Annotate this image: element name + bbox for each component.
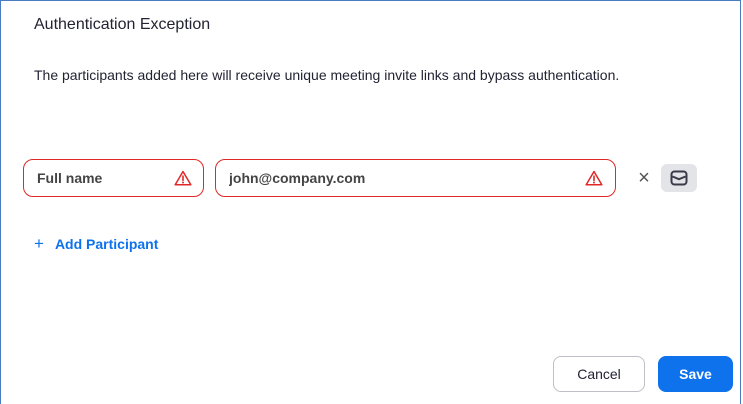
dialog-description: The participants added here will receive… bbox=[34, 67, 620, 83]
add-participant-label: Add Participant bbox=[54, 236, 159, 252]
email-input[interactable] bbox=[229, 160, 569, 196]
full-name-input[interactable] bbox=[37, 160, 167, 196]
plus-icon: + bbox=[34, 234, 44, 253]
authentication-exception-dialog: Authentication Exception The participant… bbox=[0, 0, 741, 404]
save-button[interactable]: Save bbox=[658, 356, 733, 392]
envelope-icon bbox=[670, 170, 688, 186]
remove-participant-button[interactable]: × bbox=[634, 167, 654, 189]
warning-icon bbox=[585, 170, 603, 186]
email-field[interactable] bbox=[215, 159, 616, 197]
full-name-field[interactable] bbox=[23, 159, 204, 197]
close-icon: × bbox=[638, 167, 650, 189]
warning-icon bbox=[174, 170, 192, 186]
email-invite-button[interactable] bbox=[661, 164, 697, 192]
dialog-title: Authentication Exception bbox=[34, 16, 211, 33]
add-participant-link[interactable]: + Add Participant bbox=[34, 235, 158, 253]
cancel-button[interactable]: Cancel bbox=[553, 356, 645, 392]
